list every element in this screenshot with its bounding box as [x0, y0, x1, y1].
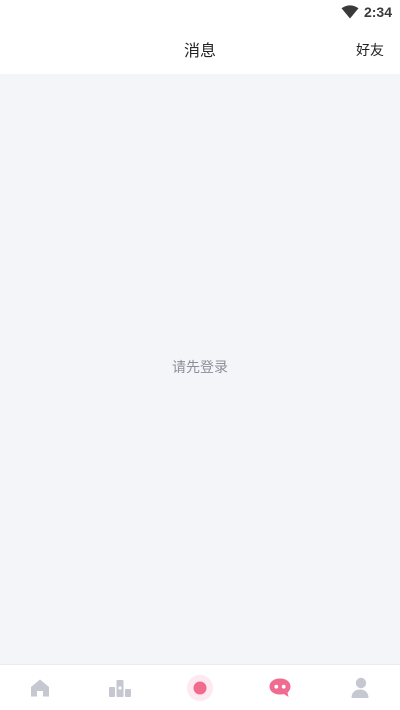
- tab-messages[interactable]: [240, 665, 320, 710]
- status-bar: 2:34: [0, 0, 400, 24]
- navigation-header: 消息 好友: [0, 24, 400, 74]
- podium-icon: [109, 679, 131, 697]
- tab-ranking[interactable]: [80, 665, 160, 710]
- status-time: 2:34: [363, 4, 392, 20]
- friends-button[interactable]: 好友: [356, 40, 384, 60]
- chat-bubble-icon: [269, 678, 291, 697]
- page-title: 消息: [183, 41, 216, 60]
- login-prompt[interactable]: 请先登录: [0, 357, 400, 377]
- status-indicators: 2:34: [341, 3, 392, 21]
- home-icon: [31, 679, 49, 696]
- tab-profile[interactable]: [320, 665, 400, 710]
- dot-icon: [187, 674, 213, 701]
- user-icon: [351, 677, 369, 698]
- wifi-icon: [341, 5, 359, 19]
- bottom-tab-bar: [0, 664, 400, 710]
- tab-home[interactable]: [0, 665, 80, 710]
- tab-center[interactable]: [160, 665, 240, 710]
- message-content-area: 请先登录: [0, 74, 400, 666]
